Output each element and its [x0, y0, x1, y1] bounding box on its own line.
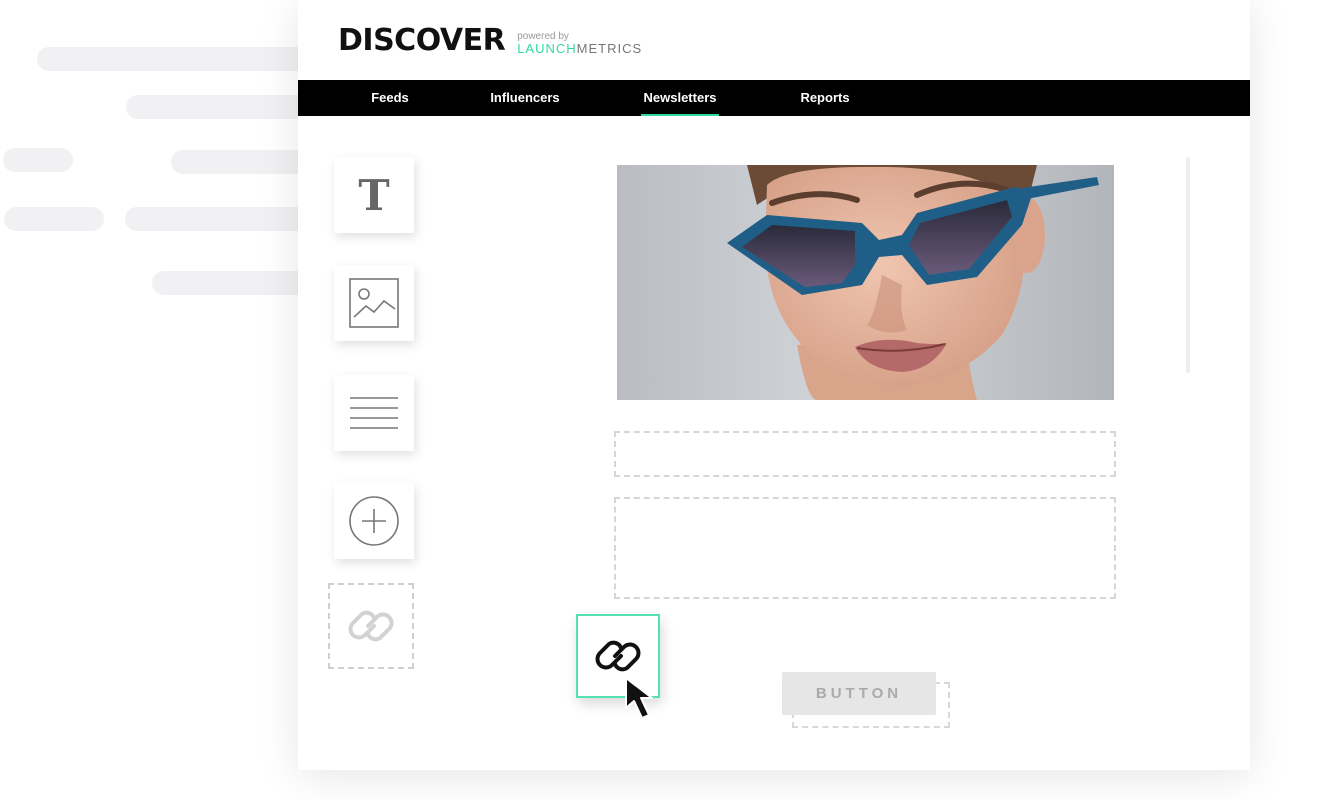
text-icon: T: [358, 170, 390, 220]
link-icon: [348, 610, 394, 642]
background-line: [3, 148, 73, 172]
brand-launch: LAUNCH: [517, 41, 577, 56]
text-block-tool[interactable]: T: [334, 157, 414, 233]
main-nav: Feeds Influencers Newsletters Reports: [298, 80, 1250, 116]
image-block-tool[interactable]: [334, 265, 414, 341]
nav-reports[interactable]: Reports: [792, 80, 858, 116]
paragraph-block-tool[interactable]: [334, 375, 414, 451]
logo: DISCOVER powered by LAUNCHMETRICS: [338, 24, 642, 58]
model-photo: [727, 165, 1099, 400]
logo-title: DISCOVER: [338, 23, 506, 58]
nav-influencers[interactable]: Influencers: [484, 80, 566, 116]
brand-metrics: METRICS: [576, 41, 643, 56]
background-line: [126, 95, 326, 119]
add-block-tool[interactable]: [334, 483, 414, 559]
paragraph-icon: [350, 397, 398, 429]
background-line: [125, 207, 325, 231]
link-tool-slot: [328, 583, 414, 669]
nav-feeds[interactable]: Feeds: [354, 80, 426, 116]
powered-by-badge: powered by LAUNCHMETRICS: [517, 32, 642, 56]
background-line: [37, 47, 337, 71]
newsletter-button[interactable]: BUTTON: [782, 672, 936, 715]
link-icon: [595, 640, 641, 672]
nav-newsletters[interactable]: Newsletters: [641, 80, 719, 116]
app-window: DISCOVER powered by LAUNCHMETRICS Feeds …: [298, 0, 1250, 770]
mouse-cursor-icon: [625, 677, 653, 719]
brand-name: LAUNCHMETRICS: [517, 42, 642, 56]
canvas-scrollbar[interactable]: [1186, 157, 1190, 373]
image-icon: [349, 278, 399, 328]
add-icon: [349, 496, 399, 546]
hero-image[interactable]: [617, 165, 1114, 400]
heading-drop-zone[interactable]: [614, 431, 1116, 477]
body-drop-zone[interactable]: [614, 497, 1116, 599]
background-line: [4, 207, 104, 231]
